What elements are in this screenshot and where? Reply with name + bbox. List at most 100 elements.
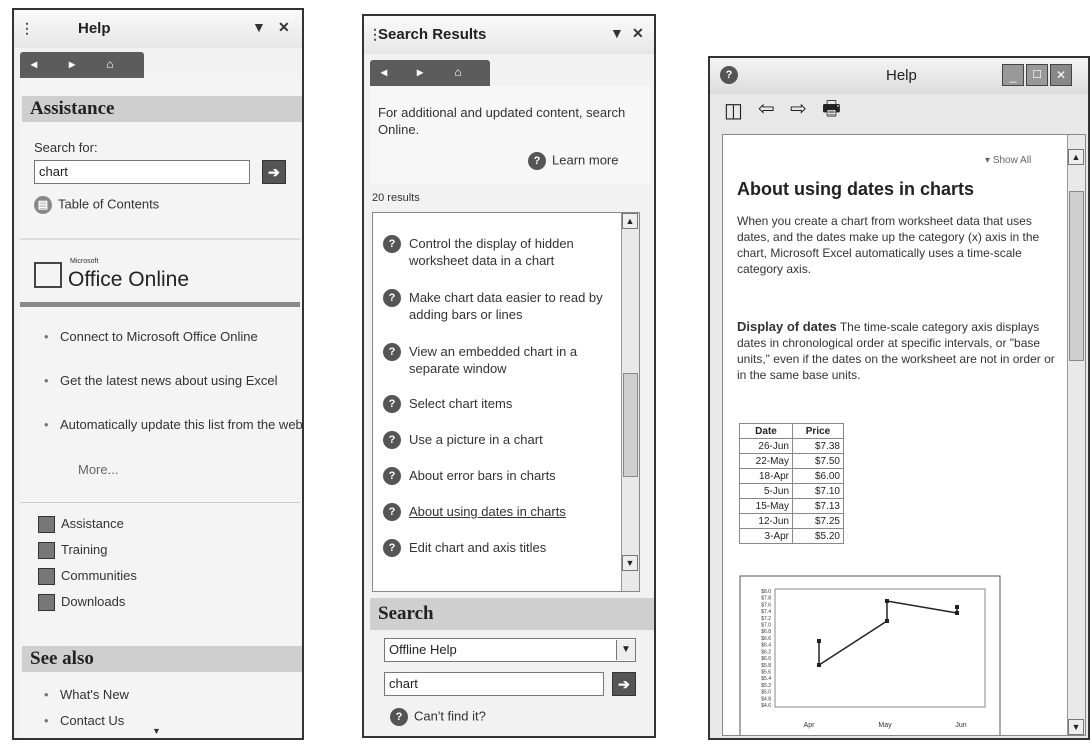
pane-titlebar: ⋮ Help ▼ ✕ <box>14 10 302 48</box>
result-item-label: Make chart data easier to read by adding… <box>409 290 603 322</box>
table-header-date: Date <box>739 423 793 439</box>
scroll-down-icon[interactable]: ▼ <box>1068 719 1084 735</box>
scroll-down-icon[interactable]: ▼ <box>622 555 638 571</box>
result-count: 20 results <box>372 192 420 204</box>
table-row: 3-Apr $5.20 <box>739 528 844 544</box>
data-point <box>885 599 889 603</box>
result-item-label: About using dates in charts <box>409 504 566 519</box>
result-item[interactable]: ? View an embedded chart in a separate wi… <box>383 343 629 377</box>
table-of-contents-link[interactable]: ▤ Table of Contents <box>34 196 159 214</box>
result-item[interactable]: ? Use a picture in a chart <box>383 431 629 449</box>
online-link-news[interactable]: Get the latest news about using Excel <box>38 372 302 389</box>
close-icon[interactable]: ✕ <box>278 19 290 36</box>
start-search-button[interactable]: ➔ <box>612 672 636 696</box>
downloads-icon <box>38 594 55 612</box>
back-icon[interactable]: ◂ <box>376 64 392 80</box>
table-cell: $7.38 <box>792 438 844 454</box>
help-topic-icon: ? <box>383 343 401 361</box>
show-tabs-icon[interactable]: ◫ <box>724 98 743 123</box>
result-item[interactable]: ? Edit chart and axis titles <box>383 539 629 557</box>
help-topic-icon: ? <box>383 395 401 413</box>
table-cell: 3-Apr <box>739 528 793 544</box>
y-tick-label: $7.8 <box>761 596 771 602</box>
nav-link-assistance-label: Assistance <box>61 516 124 531</box>
forward-icon[interactable]: ▸ <box>64 56 80 72</box>
help-topic-icon: ? <box>383 431 401 449</box>
table-cell: $7.13 <box>792 498 844 514</box>
print-icon[interactable]: 🖶 <box>822 94 841 128</box>
search-scope-select[interactable]: Offline Help <box>384 638 636 662</box>
close-button[interactable]: ✕ <box>1050 64 1072 86</box>
show-all-label: Show All <box>992 155 1032 166</box>
home-icon[interactable]: ⌂ <box>102 56 118 72</box>
nav-link-communities[interactable]: Communities <box>38 568 137 586</box>
result-item[interactable]: ? Make chart data easier to read by addin… <box>383 289 629 323</box>
nav-link-assistance[interactable]: Assistance <box>38 516 124 534</box>
forward-arrow-icon[interactable]: ⇨ <box>790 96 807 121</box>
grip-icon: ⋮ <box>20 20 34 36</box>
scroll-down-icon[interactable]: ▼ <box>152 726 161 736</box>
table-cell: 5-Jun <box>739 483 793 499</box>
help-topic-icon: ? <box>383 235 401 253</box>
see-also-contact-us[interactable]: Contact Us <box>38 712 300 729</box>
search-input[interactable]: chart <box>384 672 604 696</box>
scroll-up-icon[interactable]: ▲ <box>622 213 638 229</box>
cant-find-link[interactable]: ? Can't find it? <box>390 708 486 726</box>
forward-icon[interactable]: ▸ <box>412 64 428 80</box>
help-globe-icon: ? <box>390 708 408 726</box>
data-point <box>955 605 959 609</box>
nav-link-downloads[interactable]: Downloads <box>38 594 125 612</box>
home-icon[interactable]: ⌂ <box>450 64 466 80</box>
date-price-table: Date Price 26-Jun $7.38 22-May $7.50 18-Ap… <box>739 423 844 544</box>
nav-link-training[interactable]: Training <box>38 542 108 560</box>
window-toolbar: ◫ ⇦ ⇨ 🖶 <box>712 94 1086 126</box>
start-search-button[interactable]: ➔ <box>262 160 286 184</box>
learn-more-link[interactable]: ? Learn more <box>528 152 618 170</box>
result-item-label: Edit chart and axis titles <box>409 540 547 555</box>
results-list: ? Control the display of hidden worksheet… <box>372 212 640 592</box>
close-icon[interactable]: ✕ <box>632 25 644 42</box>
scroll-thumb[interactable] <box>1069 191 1084 361</box>
back-icon[interactable]: ◂ <box>26 56 42 72</box>
scroll-thumb[interactable] <box>623 373 638 477</box>
online-link-connect[interactable]: Connect to Microsoft Office Online <box>38 328 302 345</box>
minimize-button[interactable]: _ <box>1002 64 1024 86</box>
y-tick-label: $6.2 <box>761 649 771 655</box>
chevron-down-icon[interactable]: ▼ <box>616 640 635 660</box>
more-link[interactable]: More... <box>78 462 118 477</box>
topic-subheading: Display of dates <box>737 319 837 334</box>
help-topic-icon: ? <box>383 467 401 485</box>
learn-more-label: Learn more <box>552 152 619 168</box>
pane-menu-dropdown-icon[interactable]: ▼ <box>252 19 266 35</box>
cant-find-label: Can't find it? <box>414 708 486 724</box>
result-item[interactable]: ? About error bars in charts <box>383 467 629 485</box>
search-input[interactable]: chart <box>34 160 250 184</box>
table-row: 5-Jun $7.10 <box>739 483 844 499</box>
nav-link-training-label: Training <box>61 542 108 557</box>
see-also-whats-new[interactable]: What's New <box>38 686 300 703</box>
window-title: Help <box>886 67 917 84</box>
maximize-button[interactable]: ☐ <box>1026 64 1048 86</box>
table-cell: $6.00 <box>792 468 844 484</box>
scroll-up-icon[interactable]: ▲ <box>1068 149 1084 165</box>
table-cell: 15-May <box>739 498 793 514</box>
y-tick-label: $5.2 <box>761 683 771 689</box>
show-all-link[interactable]: ▾ Show All <box>985 155 1031 166</box>
pane-menu-dropdown-icon[interactable]: ▼ <box>610 25 624 41</box>
training-icon <box>38 542 55 560</box>
communities-icon <box>38 568 55 586</box>
table-cell: $5.20 <box>792 528 844 544</box>
back-arrow-icon[interactable]: ⇦ <box>758 96 775 121</box>
see-also-header: See also <box>22 646 302 672</box>
help-content-scrollbar[interactable]: ▲ ▼ <box>1067 135 1085 735</box>
results-scrollbar[interactable]: ▲ ▼ <box>621 213 639 591</box>
data-point <box>817 663 821 667</box>
online-link-update[interactable]: Automatically update this list from the … <box>38 416 302 433</box>
result-item-selected[interactable]: ? About using dates in charts <box>383 503 639 521</box>
example-chart: $8.0$7.8$7.6$7.4$7.2$7.0$6.8$6.6$6.4$6.2… <box>739 575 1001 735</box>
result-item[interactable]: ? Control the display of hidden worksheet… <box>383 235 629 269</box>
y-tick-label: $7.0 <box>761 623 771 629</box>
result-item[interactable]: ? Select chart items <box>383 395 629 413</box>
result-item-label: Use a picture in a chart <box>409 432 543 447</box>
table-cell: 18-Apr <box>739 468 793 484</box>
